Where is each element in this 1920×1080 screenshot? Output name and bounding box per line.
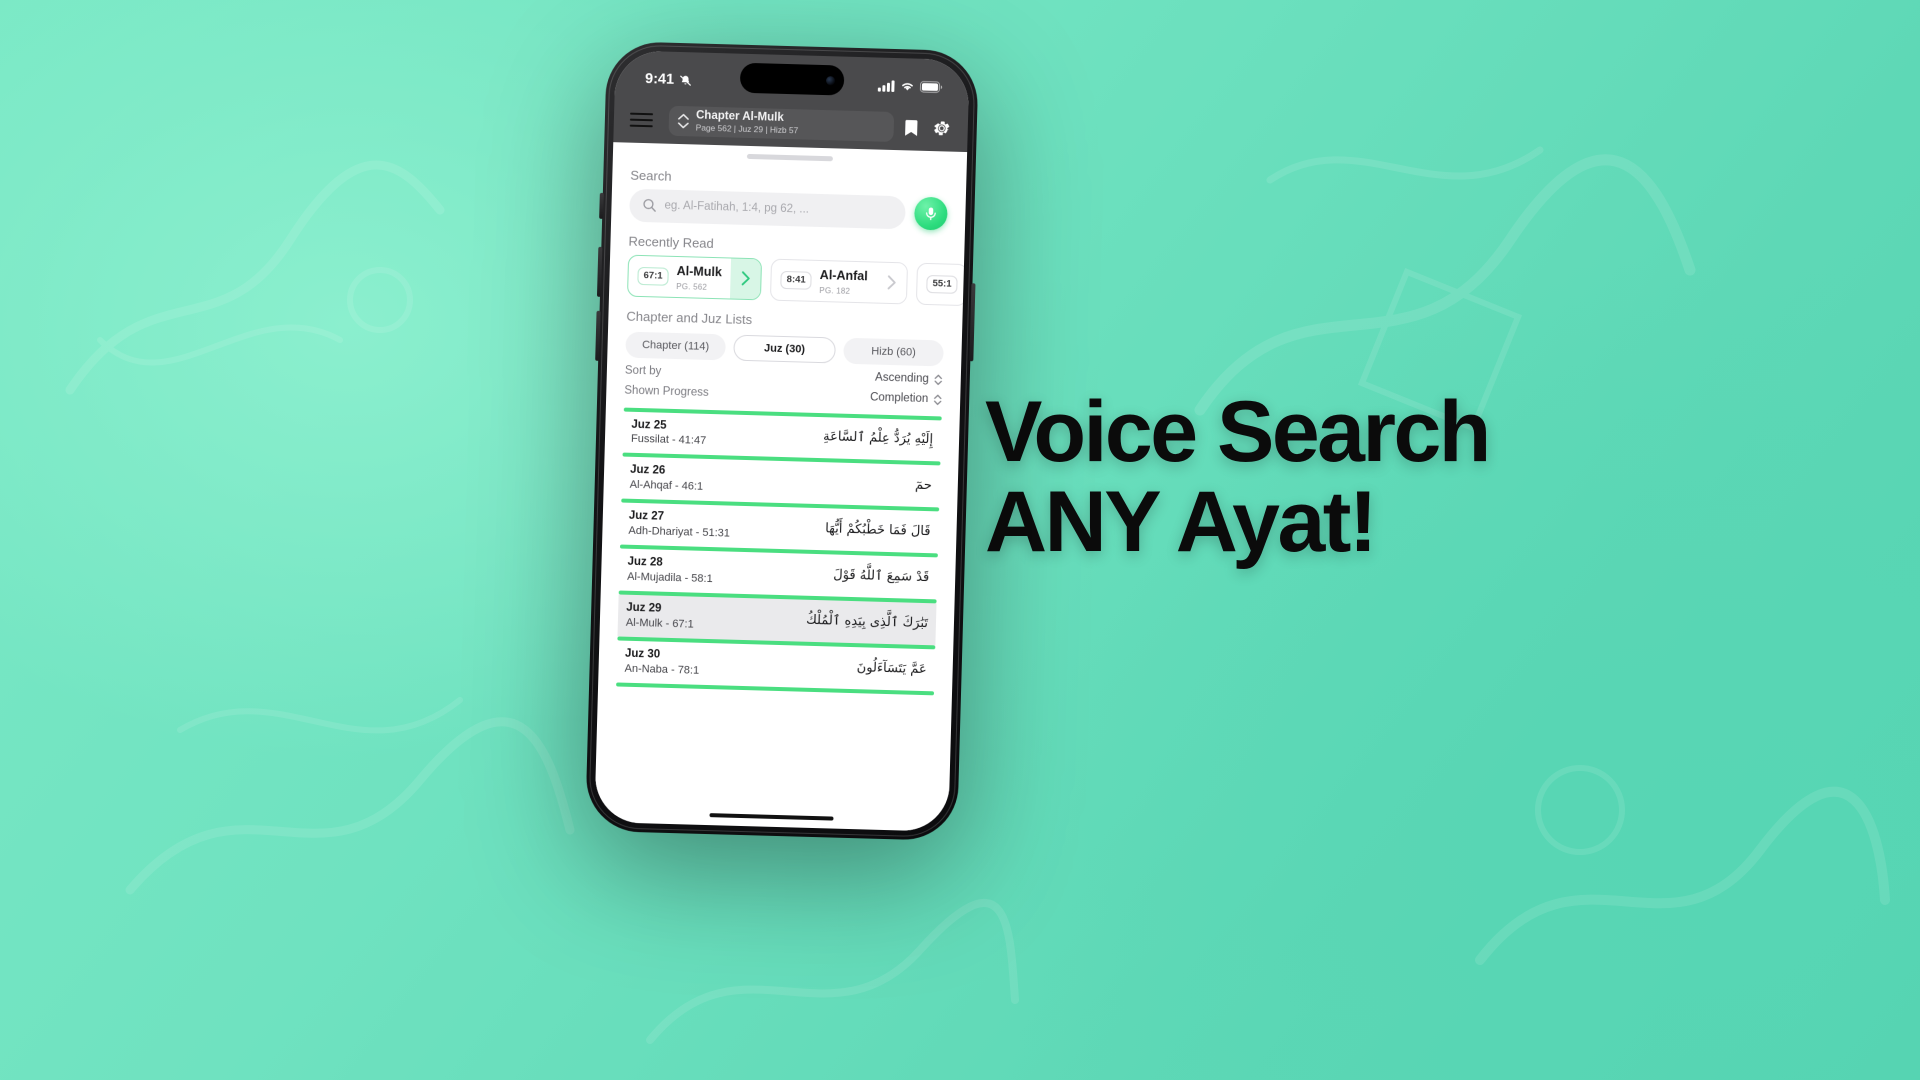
gear-icon[interactable] — [932, 118, 953, 139]
recently-read-card[interactable]: 67:1 Al-Mulk PG. 562 — [626, 254, 763, 300]
volume-down-button[interactable] — [595, 310, 601, 361]
promo-headline-line2: ANY Ayat! — [985, 473, 1378, 570]
calligraphy-ornament-icon — [1475, 765, 1890, 965]
status-bar: 9:41 — [615, 50, 970, 106]
juz-subtitle: An-Naba - 78:1 — [624, 662, 700, 677]
shown-progress-value-group[interactable]: Completion — [870, 391, 943, 406]
juz-subtitle: Al-Mujadila - 58:1 — [626, 570, 713, 586]
calligraphy-ornament-icon — [125, 697, 575, 895]
sort-by-value: Ascending — [874, 371, 929, 386]
tab-hizb[interactable]: Hizb (60) — [843, 337, 944, 366]
recently-read-text: Al-Anfal PG. 182 — [819, 266, 868, 296]
juz-arabic: قَالَ فَمَا خَطْبُكُمْ أَيُّهَا — [824, 521, 931, 540]
volume-up-button[interactable] — [596, 246, 603, 297]
power-button[interactable] — [969, 283, 976, 362]
chapter-stepper[interactable] — [677, 113, 689, 129]
ayah-ref-badge: 8:41 — [780, 270, 812, 290]
list-item[interactable]: Juz 30 An-Naba - 78:1 عَمَّ يَتَسَآءَلُو… — [616, 636, 936, 691]
calligraphy-ornament-icon — [646, 899, 1019, 1044]
juz-arabic: إِلَيْهِ يُرَدُّ عِلْمُ ٱلسَّاعَةِ — [822, 429, 934, 448]
recently-read-card[interactable]: 55:1 — [915, 262, 965, 306]
chapter-selector[interactable]: Chapter Al-Mulk Page 562 | Juz 29 | Hizb… — [668, 106, 895, 142]
tab-juz[interactable]: Juz (30) — [733, 334, 836, 363]
calligraphy-ornament-icon — [65, 160, 445, 395]
juz-title: Juz 26 — [629, 464, 666, 478]
nav-actions — [904, 117, 953, 138]
page-number: PG. 182 — [819, 285, 851, 296]
wifi-icon — [902, 83, 913, 91]
juz-title: Juz 25 — [631, 418, 667, 432]
chevron-updown-icon[interactable] — [934, 373, 943, 386]
open-card-button[interactable] — [876, 262, 908, 303]
tab-chapter[interactable]: Chapter (114) — [625, 331, 726, 360]
juz-title: Juz 28 — [627, 555, 663, 569]
dynamic-island — [739, 62, 845, 96]
juz-subtitle: Adh-Dhariyat - 51:31 — [628, 524, 731, 540]
shown-progress-value: Completion — [869, 391, 929, 406]
silent-switch[interactable] — [599, 192, 604, 219]
surah-name: Al-Mulk — [676, 263, 723, 280]
phone-screen: 9:41 Chapter Al-Mulk Page 562 | Juz 29 |… — [594, 50, 970, 832]
list-item-texts: Juz 29 Al-Mulk - 67:1 — [626, 602, 695, 631]
app-top-region: 9:41 Chapter Al-Mulk Page 562 | Juz 29 |… — [613, 50, 970, 153]
juz-arabic: عَمَّ يَتَسَآءَلُونَ — [856, 659, 927, 677]
page-number: PG. 562 — [676, 281, 708, 292]
recently-read-card[interactable]: 8:41 Al-Anfal PG. 182 — [770, 258, 909, 304]
list-item-texts: Juz 26 Al-Ahqaf - 46:1 — [630, 464, 704, 493]
chevron-up-icon[interactable] — [678, 113, 689, 120]
sort-by-label: Sort by — [624, 364, 662, 378]
battery-icon — [919, 81, 943, 93]
chevron-right-icon — [741, 271, 750, 286]
ayah-ref-badge: 67:1 — [637, 266, 669, 286]
hamburger-menu-icon[interactable] — [628, 108, 656, 132]
promo-headline: Voice Search ANY Ayat! — [985, 389, 1685, 570]
juz-subtitle: Al-Ahqaf - 46:1 — [629, 479, 704, 494]
status-bar-left: 9:41 — [645, 71, 692, 88]
recently-read-text: Al-Mulk PG. 562 — [676, 262, 722, 292]
recently-read-card-info: 67:1 Al-Mulk PG. 562 — [628, 255, 731, 298]
list-item-body: Juz 30 An-Naba - 78:1 عَمَّ يَتَسَآءَلُو… — [616, 640, 935, 691]
search-icon — [643, 198, 656, 212]
bottom-sheet: Search eg. Al-Fatihah, 1:4, pg 62, ... R… — [594, 142, 968, 832]
juz-arabic: حمٓ — [914, 478, 933, 494]
juz-subtitle: Fussilat - 41:47 — [630, 433, 707, 448]
list-item-texts: Juz 30 An-Naba - 78:1 — [624, 648, 699, 677]
promo-headline-line1: Voice Search — [985, 384, 1491, 480]
status-time: 9:41 — [644, 71, 675, 88]
search-input[interactable]: eg. Al-Fatihah, 1:4, pg 62, ... — [664, 200, 809, 216]
juz-title: Juz 30 — [624, 647, 661, 661]
chevron-right-icon — [887, 275, 896, 290]
ayah-ref-badge: 55:1 — [926, 274, 958, 294]
chevron-down-icon[interactable] — [677, 122, 689, 129]
bookmark-icon[interactable] — [904, 118, 920, 137]
cellular-signal-icon — [877, 80, 895, 92]
chevron-updown-icon[interactable] — [933, 393, 942, 406]
microphone-icon — [926, 207, 936, 220]
open-card-button[interactable] — [730, 258, 762, 299]
juz-subtitle: Al-Mulk - 67:1 — [625, 616, 694, 631]
juz-arabic: تَبَٰرَكَ ٱلَّذِى بِيَدِهِ ٱلْمُلْكُ — [805, 612, 929, 632]
juz-title: Juz 27 — [628, 510, 665, 523]
surah-name: Al-Anfal — [819, 267, 868, 284]
list-item-texts: Juz 28 Al-Mujadila - 58:1 — [627, 556, 713, 585]
phone-body: 9:41 Chapter Al-Mulk Page 562 | Juz 29 |… — [585, 40, 979, 842]
recently-read-card-info: 8:41 Al-Anfal PG. 182 — [771, 259, 877, 302]
voice-search-button[interactable] — [913, 196, 948, 231]
chapter-subtitle: Page 562 | Juz 29 | Hizb 57 — [695, 122, 799, 136]
status-bar-right — [877, 80, 943, 94]
juz-title: Juz 29 — [626, 601, 662, 615]
list-item-texts: Juz 25 Fussilat - 41:47 — [631, 418, 707, 447]
juz-arabic: قَدْ سَمِعَ ٱللَّهُ قَوْلَ — [833, 567, 930, 586]
list-item-texts: Juz 27 Adh-Dhariyat - 51:31 — [628, 510, 730, 540]
shown-progress-label: Shown Progress — [624, 384, 709, 399]
chapter-info: Chapter Al-Mulk Page 562 | Juz 29 | Hizb… — [696, 110, 799, 136]
phone-mockup: 9:41 Chapter Al-Mulk Page 562 | Juz 29 |… — [585, 40, 979, 842]
front-camera — [825, 75, 836, 85]
juz-list[interactable]: Juz 25 Fussilat - 41:47 إِلَيْهِ يُرَدُّ… — [613, 407, 942, 819]
recently-read-card-info: 55:1 — [917, 263, 964, 304]
bell-icon — [680, 75, 691, 86]
